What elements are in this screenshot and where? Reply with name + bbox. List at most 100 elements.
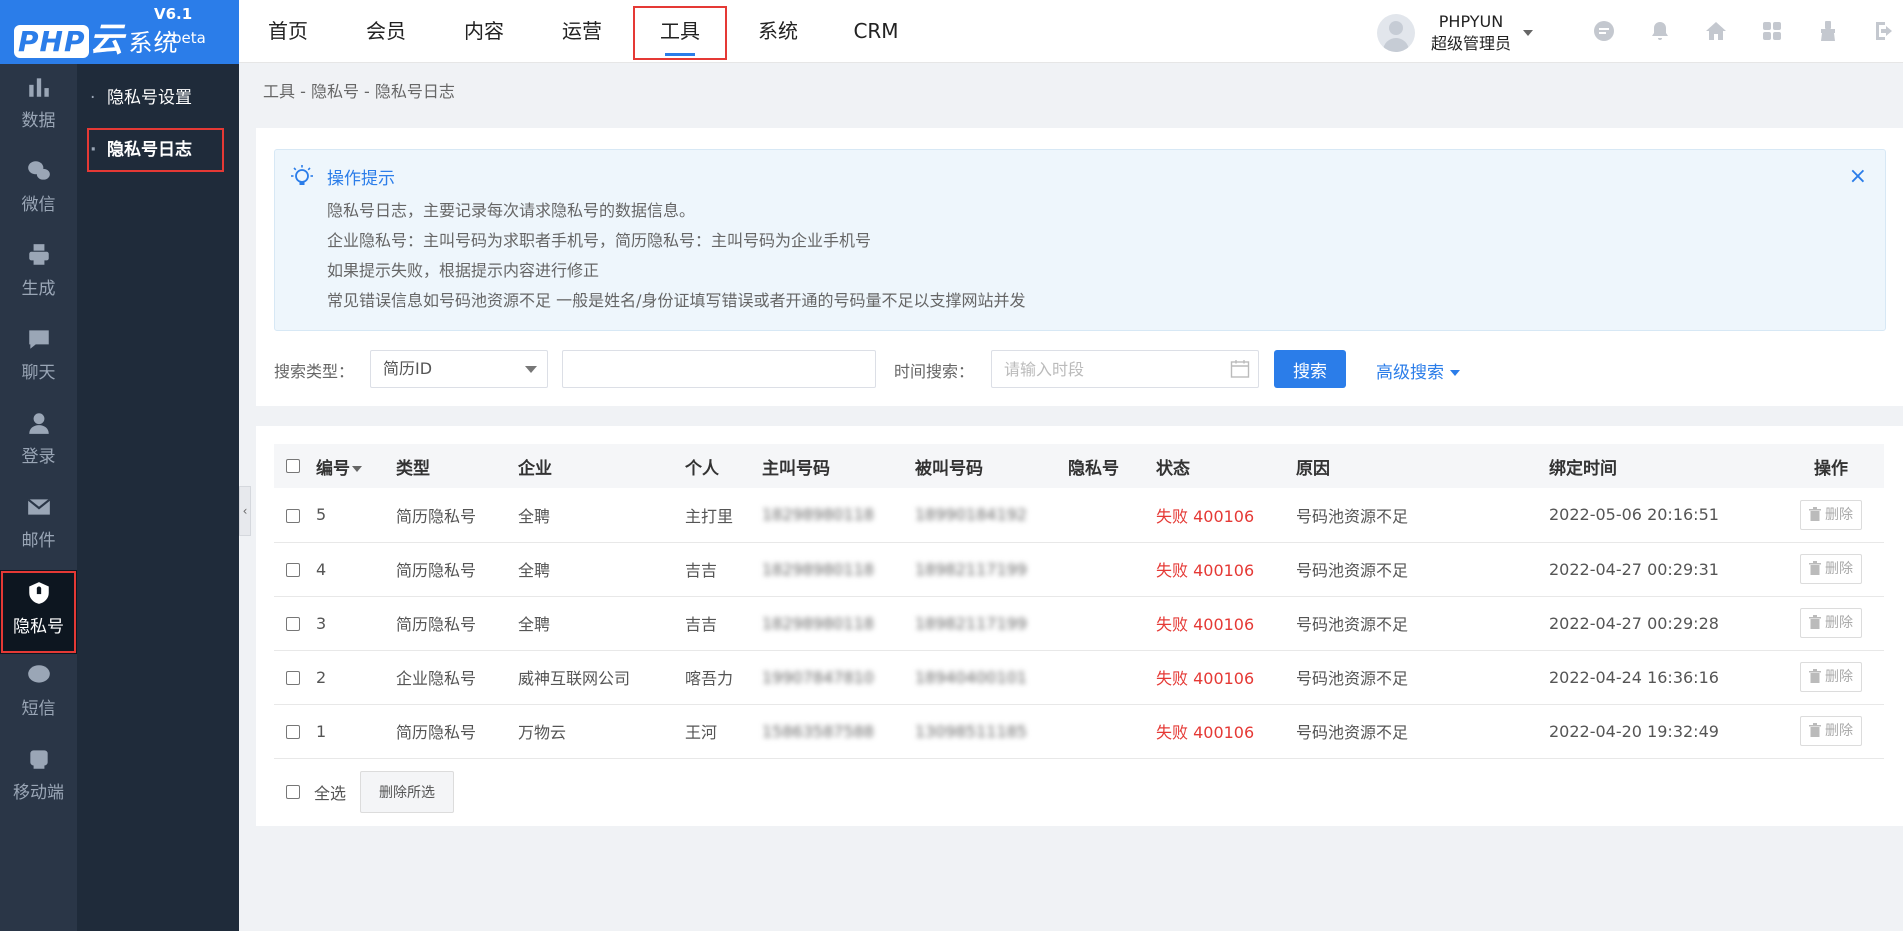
advanced-search-toggle[interactable]: 高级搜索 — [1376, 358, 1460, 383]
row-checkbox[interactable] — [286, 508, 300, 523]
table-footer: 全选 删除所选 — [274, 771, 455, 813]
home-icon[interactable] — [1688, 16, 1744, 46]
search-type-select[interactable]: 简历ID — [370, 350, 548, 388]
delete-button[interactable]: 删除 — [1800, 499, 1862, 530]
cell-id: 1 — [316, 721, 327, 741]
brush-icon[interactable] — [1800, 16, 1856, 46]
sidebar-item-privacy[interactable]: 隐私号 — [0, 570, 77, 654]
cell-id: 2 — [316, 667, 327, 687]
cell-time: 2022-04-24 16:36:16 — [1549, 667, 1719, 687]
collapse-sidebar-button[interactable]: ‹ — [239, 486, 251, 536]
cell-privacy — [1068, 596, 1156, 650]
select-all-checkbox-header[interactable] — [286, 459, 300, 473]
cell-caller: 15863587588 — [762, 721, 874, 741]
nav-operations[interactable]: 运营 — [533, 0, 631, 63]
search-row: 搜索类型： 简历ID 时间搜索： 搜索 高级搜索 — [274, 350, 1894, 388]
col-actions: 操作 — [1814, 458, 1848, 479]
cell-type: 企业隐私号 — [396, 669, 477, 688]
user-name: PHPYUN — [1438, 12, 1504, 31]
search-panel: 操作提示 × 隐私号日志，主要记录每次请求隐私号的数据信息。 企业隐私号：主叫号… — [256, 128, 1903, 406]
row-checkbox[interactable] — [286, 671, 300, 685]
printer-icon — [28, 244, 49, 265]
cell-company: 万物云 — [518, 723, 567, 742]
row-checkbox[interactable] — [286, 617, 300, 631]
sidebar-item-label: 数据 — [21, 111, 56, 131]
table-row: 4 简历隐私号 全聘 吉吉 18298980118 18982117199 失败… — [274, 542, 1884, 596]
cell-caller: 19907847810 — [762, 667, 874, 687]
delete-button[interactable]: 删除 — [1800, 716, 1862, 746]
close-icon[interactable]: × — [1849, 166, 1867, 188]
col-person: 个人 — [685, 458, 719, 479]
user-icon — [28, 413, 49, 434]
cell-status: 失败 400106 — [1156, 561, 1255, 580]
sidebar-item-mobile[interactable]: 移动端 — [0, 736, 77, 820]
app-logo[interactable]: PHP 云系统 V6.1 beta — [0, 0, 239, 64]
nav-crm[interactable]: CRM — [827, 0, 925, 63]
col-id[interactable]: 编号 — [316, 459, 350, 479]
chat-icon[interactable] — [1576, 16, 1632, 46]
delete-button[interactable]: 删除 — [1800, 608, 1862, 638]
row-checkbox[interactable] — [286, 725, 300, 739]
nav-members[interactable]: 会员 — [337, 0, 435, 63]
apps-icon[interactable] — [1744, 16, 1800, 46]
sidebar-item-label: 登录 — [21, 447, 56, 467]
calendar-icon[interactable] — [1230, 359, 1250, 379]
chevron-down-icon[interactable] — [1523, 30, 1534, 36]
sidebar-item-data[interactable]: 数据 — [0, 64, 77, 148]
user-menu[interactable]: PHPYUN 超级管理员 — [1377, 10, 1534, 56]
delete-label: 删除 — [1825, 669, 1853, 685]
delete-label: 删除 — [1825, 506, 1853, 523]
sidebar-item-generate[interactable]: 生成 — [0, 232, 77, 316]
delete-button[interactable]: 删除 — [1800, 662, 1862, 692]
breadcrumb: 工具 - 隐私号 - 隐私号日志 — [263, 82, 455, 101]
table-header-row: 编号 类型 企业 个人 主叫号码 被叫号码 隐私号 状态 原因 绑定时间 操作 — [274, 444, 1884, 488]
cell-privacy — [1068, 542, 1156, 596]
cell-status: 失败 400106 — [1156, 615, 1255, 634]
nav-tools[interactable]: 工具 — [631, 4, 729, 62]
select-all-label: 全选 — [314, 784, 347, 803]
sort-icon[interactable] — [352, 465, 362, 472]
search-type-label: 搜索类型： — [274, 362, 355, 381]
shield-icon — [28, 582, 49, 604]
delete-button[interactable]: 删除 — [1800, 554, 1862, 584]
time-range-input[interactable] — [991, 350, 1259, 388]
advanced-search-label: 高级搜索 — [1376, 363, 1444, 383]
nav-content[interactable]: 内容 — [435, 0, 533, 63]
delete-selected-button[interactable]: 删除所选 — [360, 771, 455, 813]
cell-id: 4 — [316, 559, 327, 579]
sidebar-item-mail[interactable]: 邮件 — [0, 484, 77, 568]
table-row: 3 简历隐私号 全聘 吉吉 18298980118 18982117199 失败… — [274, 596, 1884, 650]
select-all-checkbox[interactable] — [286, 785, 300, 799]
row-checkbox[interactable] — [286, 563, 300, 577]
cell-caller: 18298980118 — [762, 613, 874, 633]
cell-callee: 13098511185 — [915, 721, 1027, 741]
cell-reason: 号码池资源不足 — [1296, 615, 1409, 634]
nav-home[interactable]: 首页 — [239, 0, 337, 63]
cell-person: 主打里 — [685, 506, 734, 526]
subnav-privacy-settings[interactable]: 隐私号设置 — [87, 76, 224, 120]
sidebar-item-wechat[interactable]: 微信 — [0, 148, 77, 232]
col-caller: 主叫号码 — [762, 458, 830, 479]
chat-bubble-icon — [28, 330, 49, 349]
keyword-input[interactable] — [562, 350, 876, 388]
sidebar-item-login[interactable]: 登录 — [0, 400, 77, 484]
col-type: 类型 — [396, 458, 430, 479]
table-row: 5 简历隐私号 全聘 主打里 18298980118 18990184192 失… — [274, 488, 1884, 542]
subnav-privacy-log[interactable]: 隐私号日志 — [87, 128, 224, 172]
trash-icon — [1809, 669, 1821, 683]
cell-callee: 18982117199 — [915, 613, 1027, 633]
tip-line: 隐私号日志，主要记录每次请求隐私号的数据信息。 — [327, 201, 696, 220]
logout-icon[interactable] — [1856, 16, 1903, 46]
sub-sidebar: 隐私号设置 隐私号日志 — [77, 64, 239, 931]
col-bind-time: 绑定时间 — [1549, 458, 1617, 479]
lightbulb-icon — [291, 165, 313, 185]
nav-system[interactable]: 系统 — [729, 0, 827, 63]
bell-icon[interactable] — [1632, 16, 1688, 46]
sidebar-item-sms[interactable]: 短信 — [0, 652, 77, 736]
message-icon — [27, 665, 50, 683]
cell-type: 简历隐私号 — [396, 561, 477, 580]
log-table-panel: 编号 类型 企业 个人 主叫号码 被叫号码 隐私号 状态 原因 绑定时间 操作 … — [256, 426, 1903, 826]
search-button[interactable]: 搜索 — [1274, 350, 1346, 388]
delete-label: 删除 — [1825, 561, 1853, 577]
sidebar-item-chat[interactable]: 聊天 — [0, 316, 77, 400]
